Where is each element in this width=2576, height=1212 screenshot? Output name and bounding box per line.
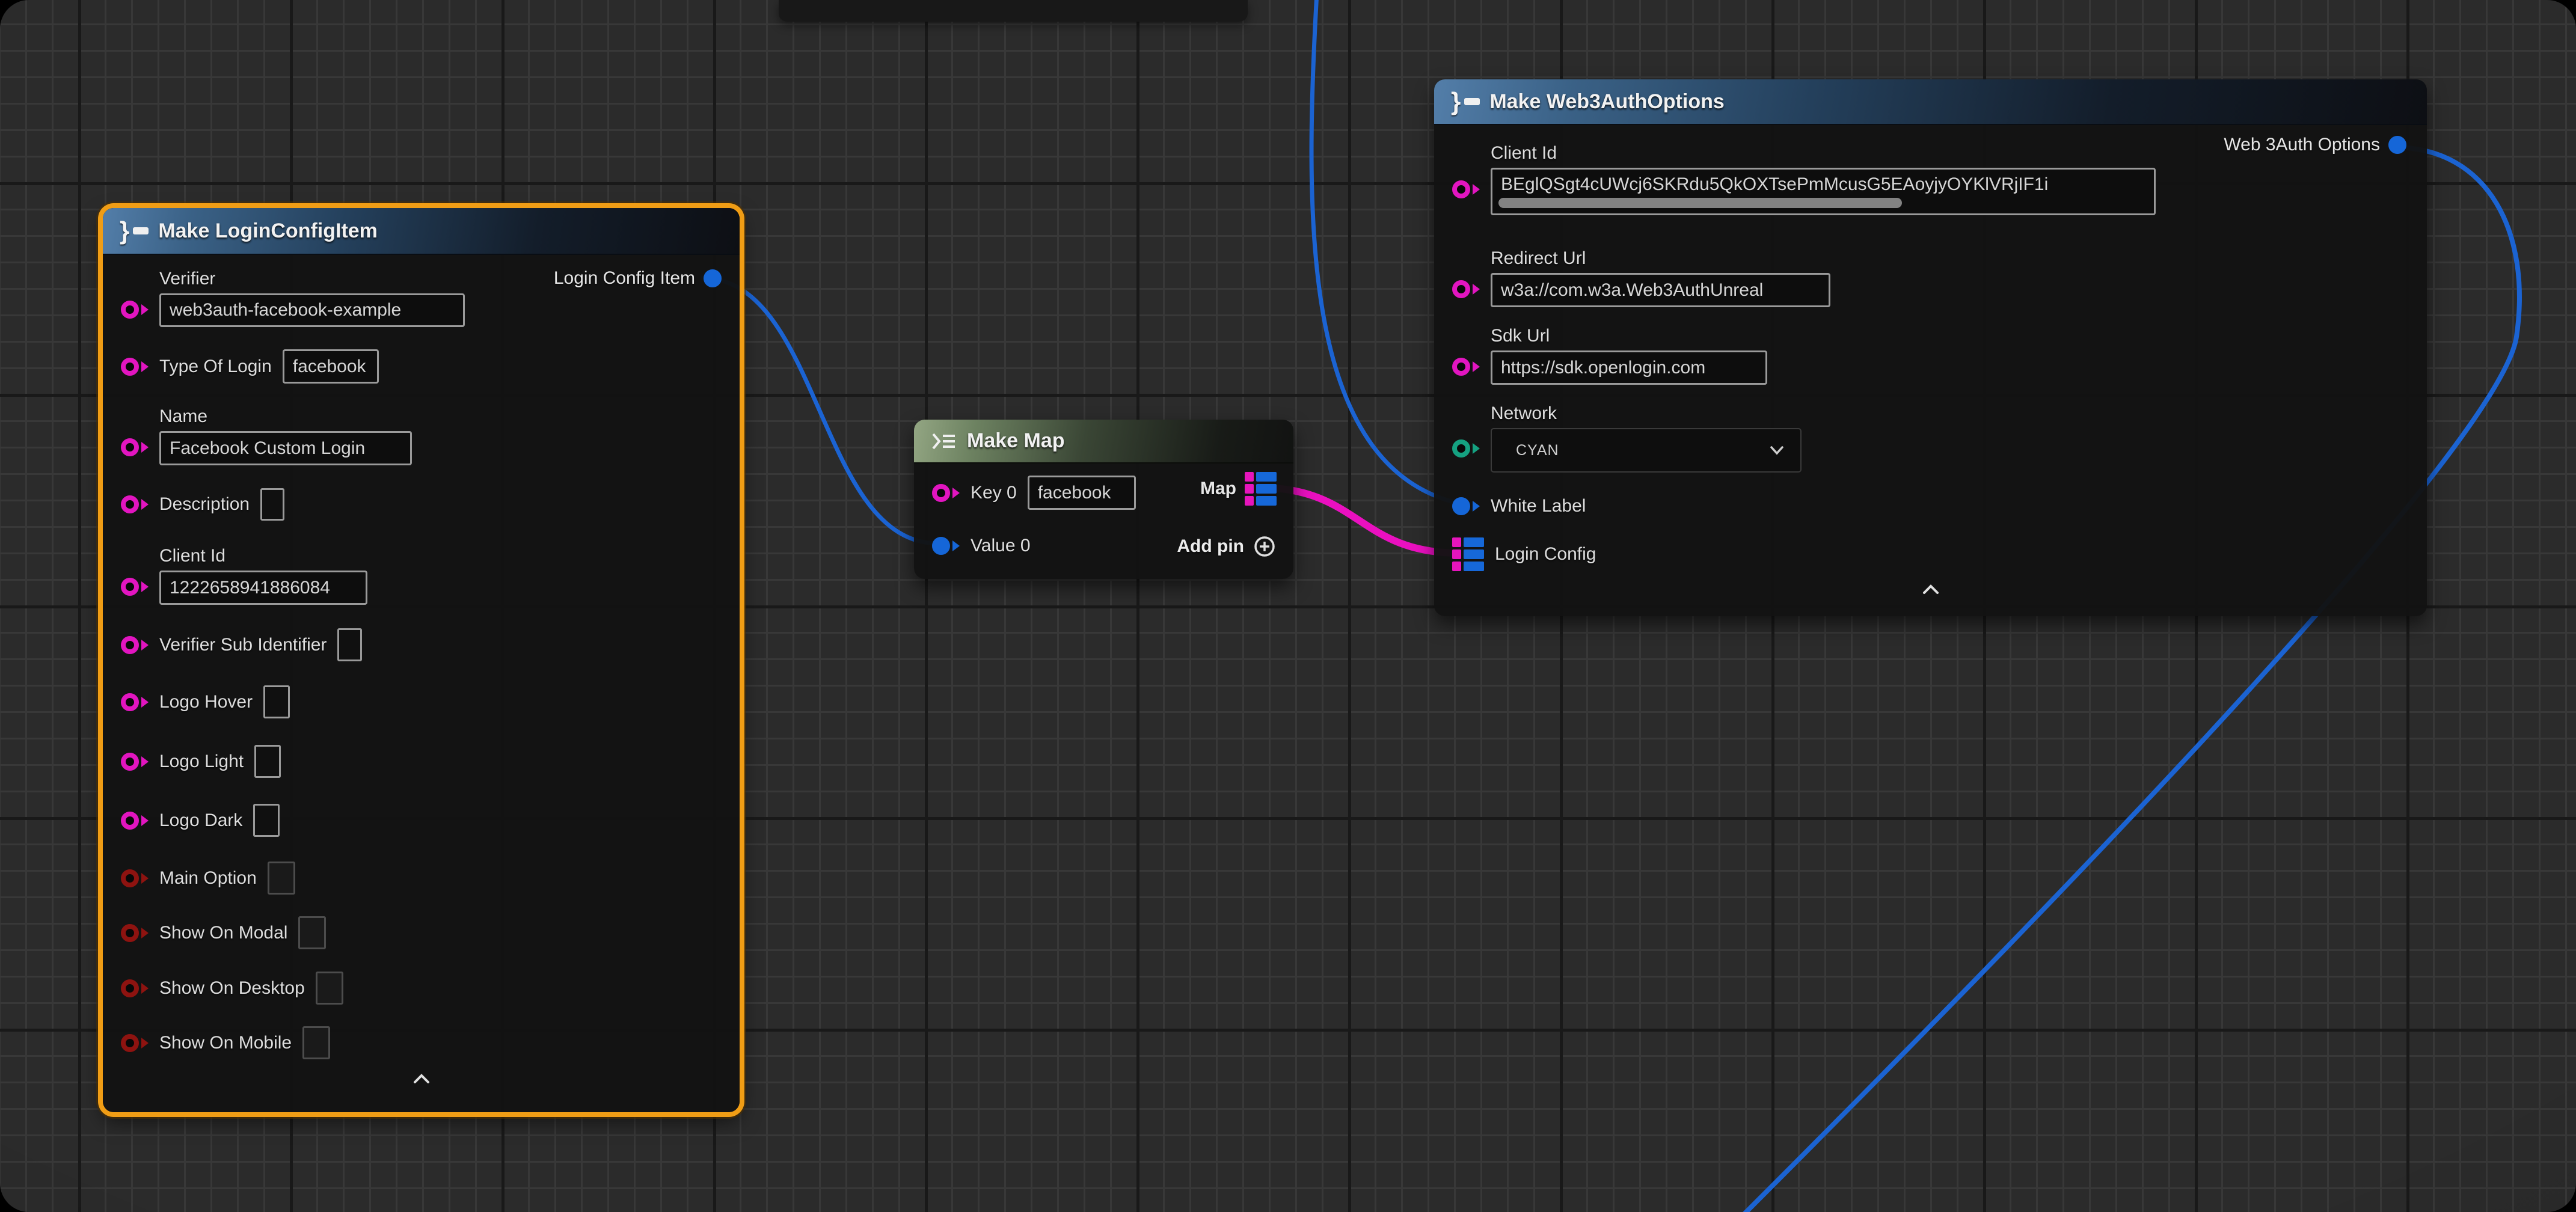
pin-row-main-option: Main Option <box>121 862 295 895</box>
make-struct-icon: } <box>1451 89 1480 114</box>
add-pin-button[interactable]: Add pin <box>1177 534 1277 559</box>
show-on-mobile-checkbox[interactable] <box>302 1026 330 1059</box>
pin-row-type-of-login: Type Of Login facebook <box>121 349 379 384</box>
show-on-desktop-checkbox[interactable] <box>316 972 343 1005</box>
pin-row-redirect-url: Redirect Url w3a://com.w3a.Web3AuthUnrea… <box>1452 248 1830 307</box>
client-id-pin[interactable] <box>121 578 149 596</box>
network-pin[interactable] <box>1452 439 1480 458</box>
pin-row-verifier: Verifier web3auth-facebook-example <box>121 269 465 327</box>
node-title: Make Web3AuthOptions <box>1489 90 1724 114</box>
pin-row-map-output: Map <box>1200 472 1277 506</box>
key-0-input[interactable]: facebook <box>1028 476 1136 510</box>
pin-row-login-config-item-output: Login Config Item <box>554 268 722 289</box>
type-of-login-pin[interactable] <box>121 358 149 376</box>
value-0-pin[interactable] <box>932 537 960 555</box>
pin-row-logo-dark: Logo Dark <box>121 804 280 837</box>
logo-hover-pin[interactable] <box>121 693 149 711</box>
client-id-scrollbar[interactable] <box>1498 198 1902 208</box>
pin-row-network: Network CYAN <box>1452 403 1802 473</box>
pin-row-name: Name Facebook Custom Login <box>121 406 412 465</box>
pin-row-show-on-mobile: Show On Mobile <box>121 1026 330 1059</box>
map-output-pin[interactable] <box>1245 472 1277 506</box>
type-of-login-input[interactable]: facebook <box>283 349 379 384</box>
verifier-pin[interactable] <box>121 301 149 319</box>
pin-row-logo-hover: Logo Hover <box>121 685 290 718</box>
description-input[interactable] <box>260 488 284 521</box>
map-output-label: Map <box>1200 479 1236 499</box>
pin-row-key-0: Key 0 facebook <box>932 476 1136 510</box>
collapse-node-button[interactable] <box>411 1071 432 1089</box>
collapse-node-button[interactable] <box>1921 582 1941 599</box>
login-config-item-output-pin[interactable] <box>704 269 722 287</box>
pin-row-verifier-sub-identifier: Verifier Sub Identifier <box>121 628 362 661</box>
node-title: Make LoginConfigItem <box>158 219 378 243</box>
show-on-modal-pin[interactable] <box>121 924 149 942</box>
sdk-url-pin[interactable] <box>1452 358 1480 376</box>
show-on-desktop-pin[interactable] <box>121 979 149 997</box>
chevron-down-icon <box>1769 445 1785 456</box>
client-id-input[interactable]: BEglQSgt4cUWcj6SKRdu5QkOXTsePmMcusG5EAoy… <box>1491 168 2156 215</box>
pin-row-white-label: White Label <box>1452 496 1586 516</box>
node-make-loginconfigitem-header[interactable]: } Make LoginConfigItem <box>103 208 740 255</box>
pin-row-value-0: Value 0 <box>932 536 1031 556</box>
sdk-url-input[interactable]: https://sdk.openlogin.com <box>1491 350 1767 385</box>
show-on-mobile-pin[interactable] <box>121 1034 149 1052</box>
make-struct-icon: } <box>120 218 149 243</box>
show-on-modal-checkbox[interactable] <box>298 916 326 949</box>
redirect-url-pin[interactable] <box>1452 280 1480 298</box>
logo-light-pin[interactable] <box>121 753 149 771</box>
node-make-loginconfigitem[interactable]: } Make LoginConfigItem Login Config Item… <box>103 208 740 1112</box>
node-make-map-header[interactable]: Make Map <box>914 420 1293 464</box>
verifier-input[interactable]: web3auth-facebook-example <box>159 293 465 327</box>
blueprint-graph-canvas[interactable]: } Make LoginConfigItem Login Config Item… <box>0 0 2576 1212</box>
description-pin[interactable] <box>121 495 149 513</box>
web3auth-options-output-pin[interactable] <box>2388 136 2406 154</box>
main-option-checkbox[interactable] <box>268 862 295 895</box>
node-title: Make Map <box>967 429 1065 453</box>
pin-row-web3auth-options-output: Web 3Auth Options <box>2224 135 2406 155</box>
output-pin-label: Web 3Auth Options <box>2224 135 2380 155</box>
name-input[interactable]: Facebook Custom Login <box>159 431 412 465</box>
pin-row-client-id: Client Id 1222658941886084 <box>121 546 367 605</box>
key-0-pin[interactable] <box>932 484 960 502</box>
verifier-sub-identifier-pin[interactable] <box>121 636 149 654</box>
pin-row-show-on-desktop: Show On Desktop <box>121 972 343 1005</box>
white-label-pin[interactable] <box>1452 497 1480 515</box>
node-make-map[interactable]: Make Map Key 0 facebook Map Value 0 <box>914 420 1293 579</box>
client-id-input[interactable]: 1222658941886084 <box>159 571 367 605</box>
pin-row-client-id: Client Id BEglQSgt4cUWcj6SKRdu5QkOXTsePm… <box>1452 143 2156 215</box>
logo-dark-input[interactable] <box>253 804 280 837</box>
pin-row-description: Description <box>121 488 284 521</box>
pin-row-show-on-modal: Show On Modal <box>121 916 326 949</box>
pin-row-sdk-url: Sdk Url https://sdk.openlogin.com <box>1452 326 1767 385</box>
network-dropdown[interactable]: CYAN <box>1491 428 1802 473</box>
login-config-pin[interactable] <box>1452 537 1484 571</box>
main-option-pin[interactable] <box>121 869 149 887</box>
verifier-sub-identifier-input[interactable] <box>337 628 362 661</box>
pin-row-login-config: Login Config <box>1452 537 1596 571</box>
node-make-web3authoptions[interactable]: } Make Web3AuthOptions Web 3Auth Options… <box>1434 79 2427 616</box>
output-pin-label: Login Config Item <box>554 268 695 289</box>
logo-dark-pin[interactable] <box>121 812 149 830</box>
pin-row-logo-light: Logo Light <box>121 745 281 778</box>
node-make-web3authoptions-header[interactable]: } Make Web3AuthOptions <box>1434 79 2427 125</box>
logo-hover-input[interactable] <box>263 685 290 718</box>
redirect-url-input[interactable]: w3a://com.w3a.Web3AuthUnreal <box>1491 273 1830 307</box>
make-map-icon <box>931 431 957 451</box>
circle-plus-icon <box>1253 534 1277 559</box>
logo-light-input[interactable] <box>254 745 281 778</box>
offscreen-node-fragment <box>779 0 1248 22</box>
name-pin[interactable] <box>121 438 149 456</box>
client-id-pin[interactable] <box>1452 180 1480 198</box>
